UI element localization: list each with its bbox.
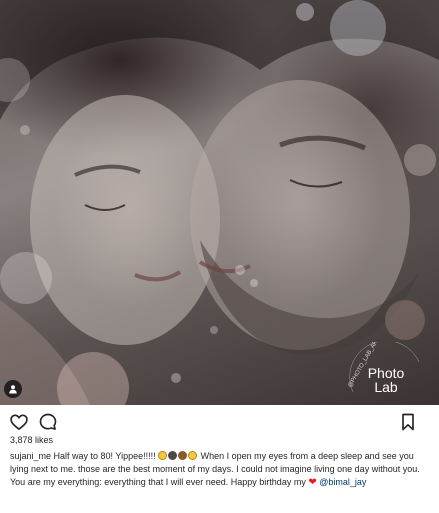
red-heart-icon: ❤ (308, 477, 317, 488)
user-tag-icon[interactable] (4, 380, 22, 398)
bookmark-icon[interactable] (398, 412, 418, 432)
mention-link[interactable]: @bimal_jay (319, 477, 366, 487)
watermark-text: Photo Lab (343, 366, 429, 394)
post-caption: sujani_me Half way to 80! Yippee!!!!! Wh… (10, 450, 428, 489)
nerd-face-icon (168, 451, 178, 460)
grin-face-icon (188, 451, 198, 460)
watermark-line: Photo Lab (367, 365, 405, 395)
photo-lab-watermark: @PHOTO_LAB_APP Photo Lab (343, 342, 423, 404)
action-bar (0, 405, 439, 435)
post-photo[interactable]: @PHOTO_LAB_APP Photo Lab (0, 0, 439, 405)
caption-username[interactable]: sujani_me (10, 451, 51, 461)
comment-bubble-icon[interactable] (38, 412, 58, 432)
caption-text-start: Half way to 80! Yippee!!!!! (51, 451, 159, 461)
heart-outline-icon[interactable] (9, 412, 29, 432)
sleepy-face-icon (178, 451, 188, 460)
smile-with-glasses-icon (158, 451, 168, 460)
likes-count[interactable]: 3,878 likes (10, 435, 53, 445)
